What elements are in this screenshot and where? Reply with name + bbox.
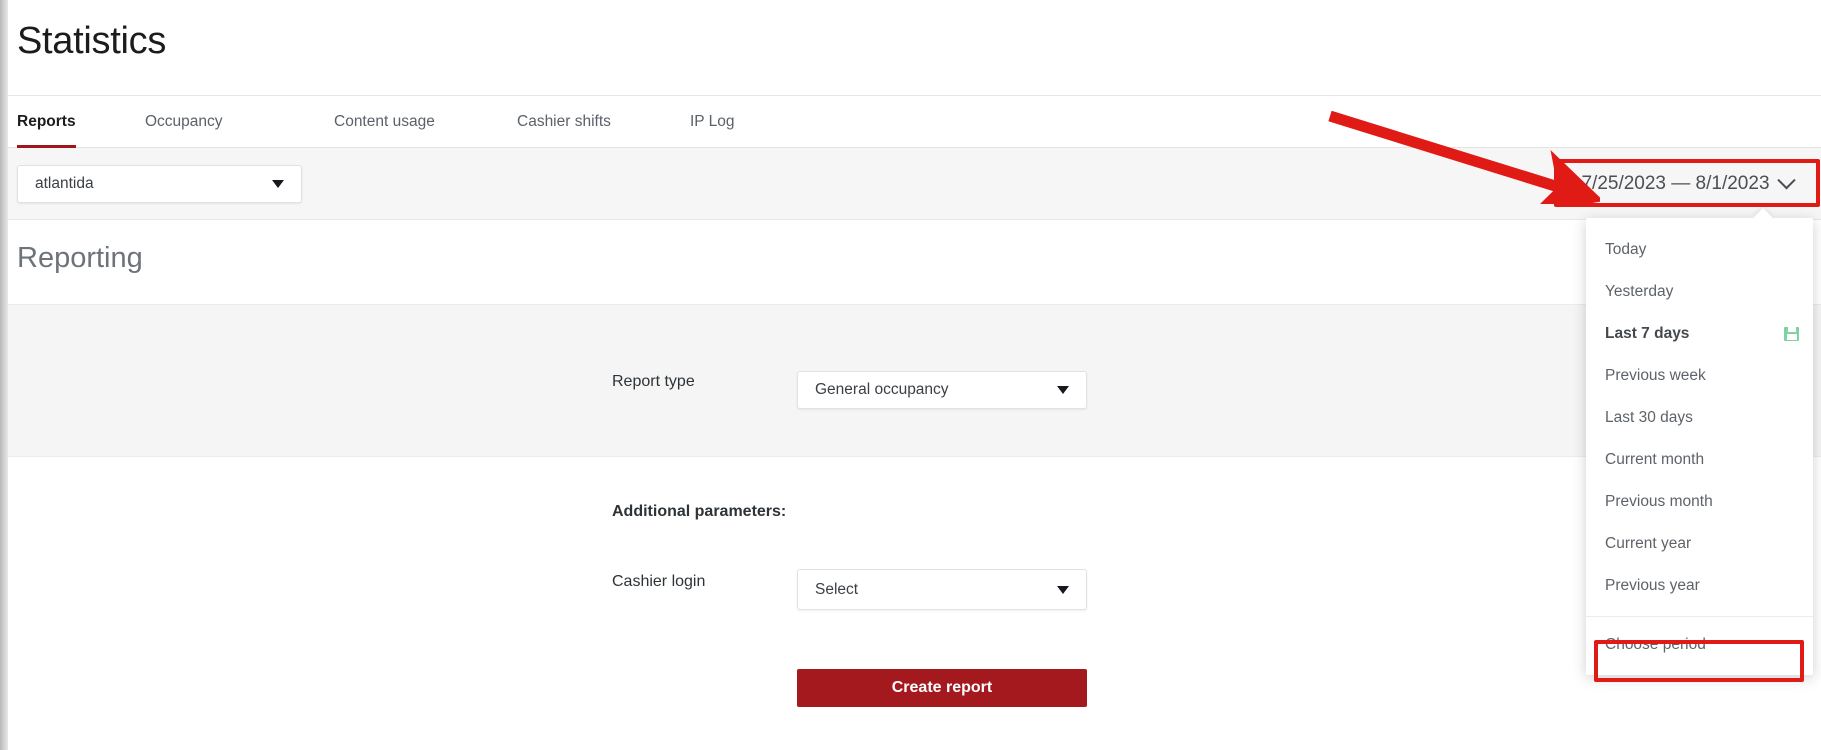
report-type-select[interactable]: General occupancy <box>797 371 1087 409</box>
tab-reports[interactable]: Reports <box>17 96 76 148</box>
chevron-down-icon <box>1057 386 1069 394</box>
tab-label: Cashier shifts <box>517 113 611 130</box>
date-range-picker[interactable]: 7/25/2023 — 8/1/2023 <box>1561 164 1813 204</box>
tab-occupancy[interactable]: Occupancy <box>145 96 223 148</box>
additional-parameters-label: Additional parameters: <box>612 503 787 520</box>
dropdown-item-label: Last 7 days <box>1605 325 1690 342</box>
dropdown-item-previous-year[interactable]: Previous year <box>1586 565 1813 607</box>
dropdown-item-current-year[interactable]: Current year <box>1586 523 1813 565</box>
create-report-button[interactable]: Create report <box>797 669 1087 707</box>
page-header: Statistics <box>8 0 1821 96</box>
dropdown-item-last-7-days[interactable]: Last 7 days <box>1586 313 1813 355</box>
dropdown-item-current-month[interactable]: Current month <box>1586 439 1813 481</box>
date-range-value: 7/25/2023 — 8/1/2023 <box>1581 173 1770 194</box>
statistics-page: Statistics Reports Occupancy Content usa… <box>0 0 1821 750</box>
save-icon <box>1784 327 1799 341</box>
report-type-label: Report type <box>612 373 695 390</box>
tab-ip-log[interactable]: IP Log <box>690 96 735 148</box>
cashier-login-select[interactable]: Select <box>797 569 1087 610</box>
dropdown-item-previous-week[interactable]: Previous week <box>1586 355 1813 397</box>
filter-bar: atlantida <box>8 148 1821 220</box>
dropdown-item-today[interactable]: Today <box>1586 229 1813 271</box>
left-gutter <box>0 0 8 750</box>
dropdown-item-choose-period[interactable]: Choose period <box>1594 626 1805 664</box>
page-title: Statistics <box>17 20 167 62</box>
dropdown-item-label: Previous year <box>1605 577 1700 594</box>
chevron-down-icon <box>1057 585 1069 594</box>
dropdown-item-label: Choose period <box>1605 636 1706 653</box>
dropdown-item-label: Current year <box>1605 535 1692 552</box>
tab-cashier-shifts[interactable]: Cashier shifts <box>517 96 611 148</box>
section-title: Reporting <box>17 242 143 274</box>
chevron-down-icon <box>272 180 284 188</box>
report-type-value: General occupancy <box>815 381 949 398</box>
tab-label: Content usage <box>334 113 435 130</box>
organization-select[interactable]: atlantida <box>17 165 302 203</box>
organization-select-value: atlantida <box>35 175 94 192</box>
dropdown-item-previous-month[interactable]: Previous month <box>1586 481 1813 523</box>
cashier-login-label: Cashier login <box>612 573 706 590</box>
dropdown-item-label: Previous month <box>1605 493 1713 510</box>
tab-label: Reports <box>17 113 76 130</box>
reporting-section-header: Reporting <box>8 220 1821 305</box>
dropdown-item-yesterday[interactable]: Yesterday <box>1586 271 1813 313</box>
tab-label: IP Log <box>690 113 735 130</box>
tab-label: Occupancy <box>145 113 223 130</box>
dropdown-footer: Choose period <box>1586 617 1813 675</box>
tab-content-usage[interactable]: Content usage <box>334 96 435 148</box>
cashier-login-value: Select <box>815 580 859 598</box>
dropdown-item-label: Today <box>1605 241 1647 258</box>
dropdown-item-label: Yesterday <box>1605 283 1674 300</box>
date-range-dropdown: Today Yesterday Last 7 days Previous wee… <box>1586 218 1813 675</box>
tab-bar: Reports Occupancy Content usage Cashier … <box>8 96 1821 148</box>
dropdown-item-last-30-days[interactable]: Last 30 days <box>1586 397 1813 439</box>
dropdown-item-label: Last 30 days <box>1605 409 1693 426</box>
dropdown-item-label: Previous week <box>1605 367 1706 384</box>
chevron-down-icon <box>1776 170 1796 189</box>
dropdown-item-label: Current month <box>1605 451 1705 468</box>
